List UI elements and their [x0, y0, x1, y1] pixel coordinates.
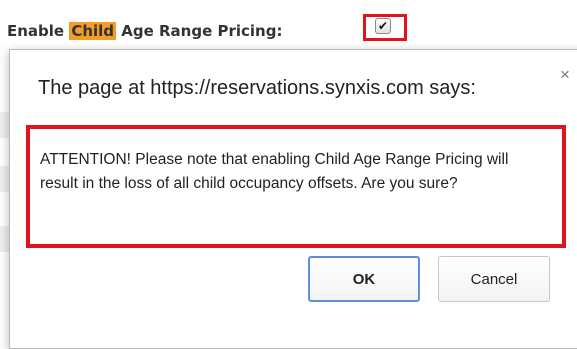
- confirm-dialog: The page at https://reservations.synxis.…: [9, 49, 577, 349]
- child-age-range-pricing-label: Enable Child Age Range Pricing:: [7, 18, 282, 44]
- close-icon[interactable]: ×: [560, 66, 570, 83]
- search-highlight: Child: [69, 22, 117, 40]
- ok-button[interactable]: OK: [308, 256, 420, 302]
- label-text-before: Enable: [7, 22, 70, 40]
- child-age-range-pricing-checkbox[interactable]: ✔: [375, 18, 391, 34]
- label-text-after: Age Range Pricing:: [116, 22, 283, 40]
- check-icon: ✔: [377, 19, 389, 33]
- dialog-message: ATTENTION! Please note that enabling Chi…: [40, 151, 509, 192]
- cancel-button[interactable]: Cancel: [438, 256, 550, 302]
- dialog-title: The page at https://reservations.synxis.…: [38, 77, 476, 99]
